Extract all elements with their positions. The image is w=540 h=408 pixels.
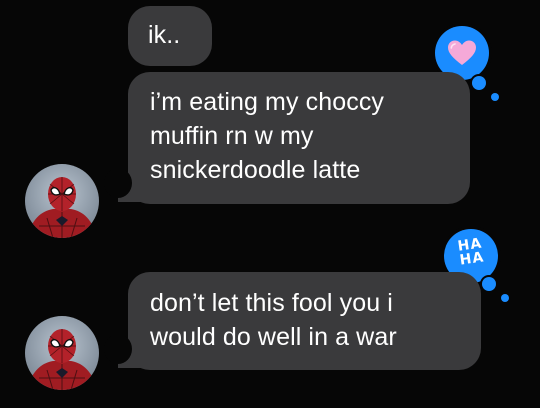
message-text: ik.. [148, 21, 181, 49]
spiderman-avatar-icon [27, 329, 97, 390]
tapback-tail-dot [491, 93, 499, 101]
message-bubble[interactable]: i’m eating my choccy muffin rn w my snic… [128, 72, 470, 204]
message-bubble[interactable]: don’t let this fool you i would do well … [128, 272, 481, 370]
message-text: i’m eating my choccy muffin rn w my snic… [150, 88, 385, 184]
avatar[interactable] [25, 164, 99, 238]
message-text: don’t let this fool you i would do well … [150, 289, 397, 351]
tapback-tail-dot [482, 277, 496, 291]
haha-icon: HA HA [442, 234, 499, 269]
bubble-tail [104, 334, 142, 368]
message-thread: ik.. i’m eating my choccy muffin rn w my… [0, 0, 540, 408]
tapback-tail-dot [501, 294, 509, 302]
message-bubble[interactable]: ik.. [128, 6, 212, 66]
bubble-tail [104, 168, 142, 202]
spiderman-avatar-icon [27, 177, 97, 238]
tapback-tail-dot [472, 76, 486, 90]
avatar[interactable] [25, 316, 99, 390]
haha-line: HA [458, 249, 486, 269]
